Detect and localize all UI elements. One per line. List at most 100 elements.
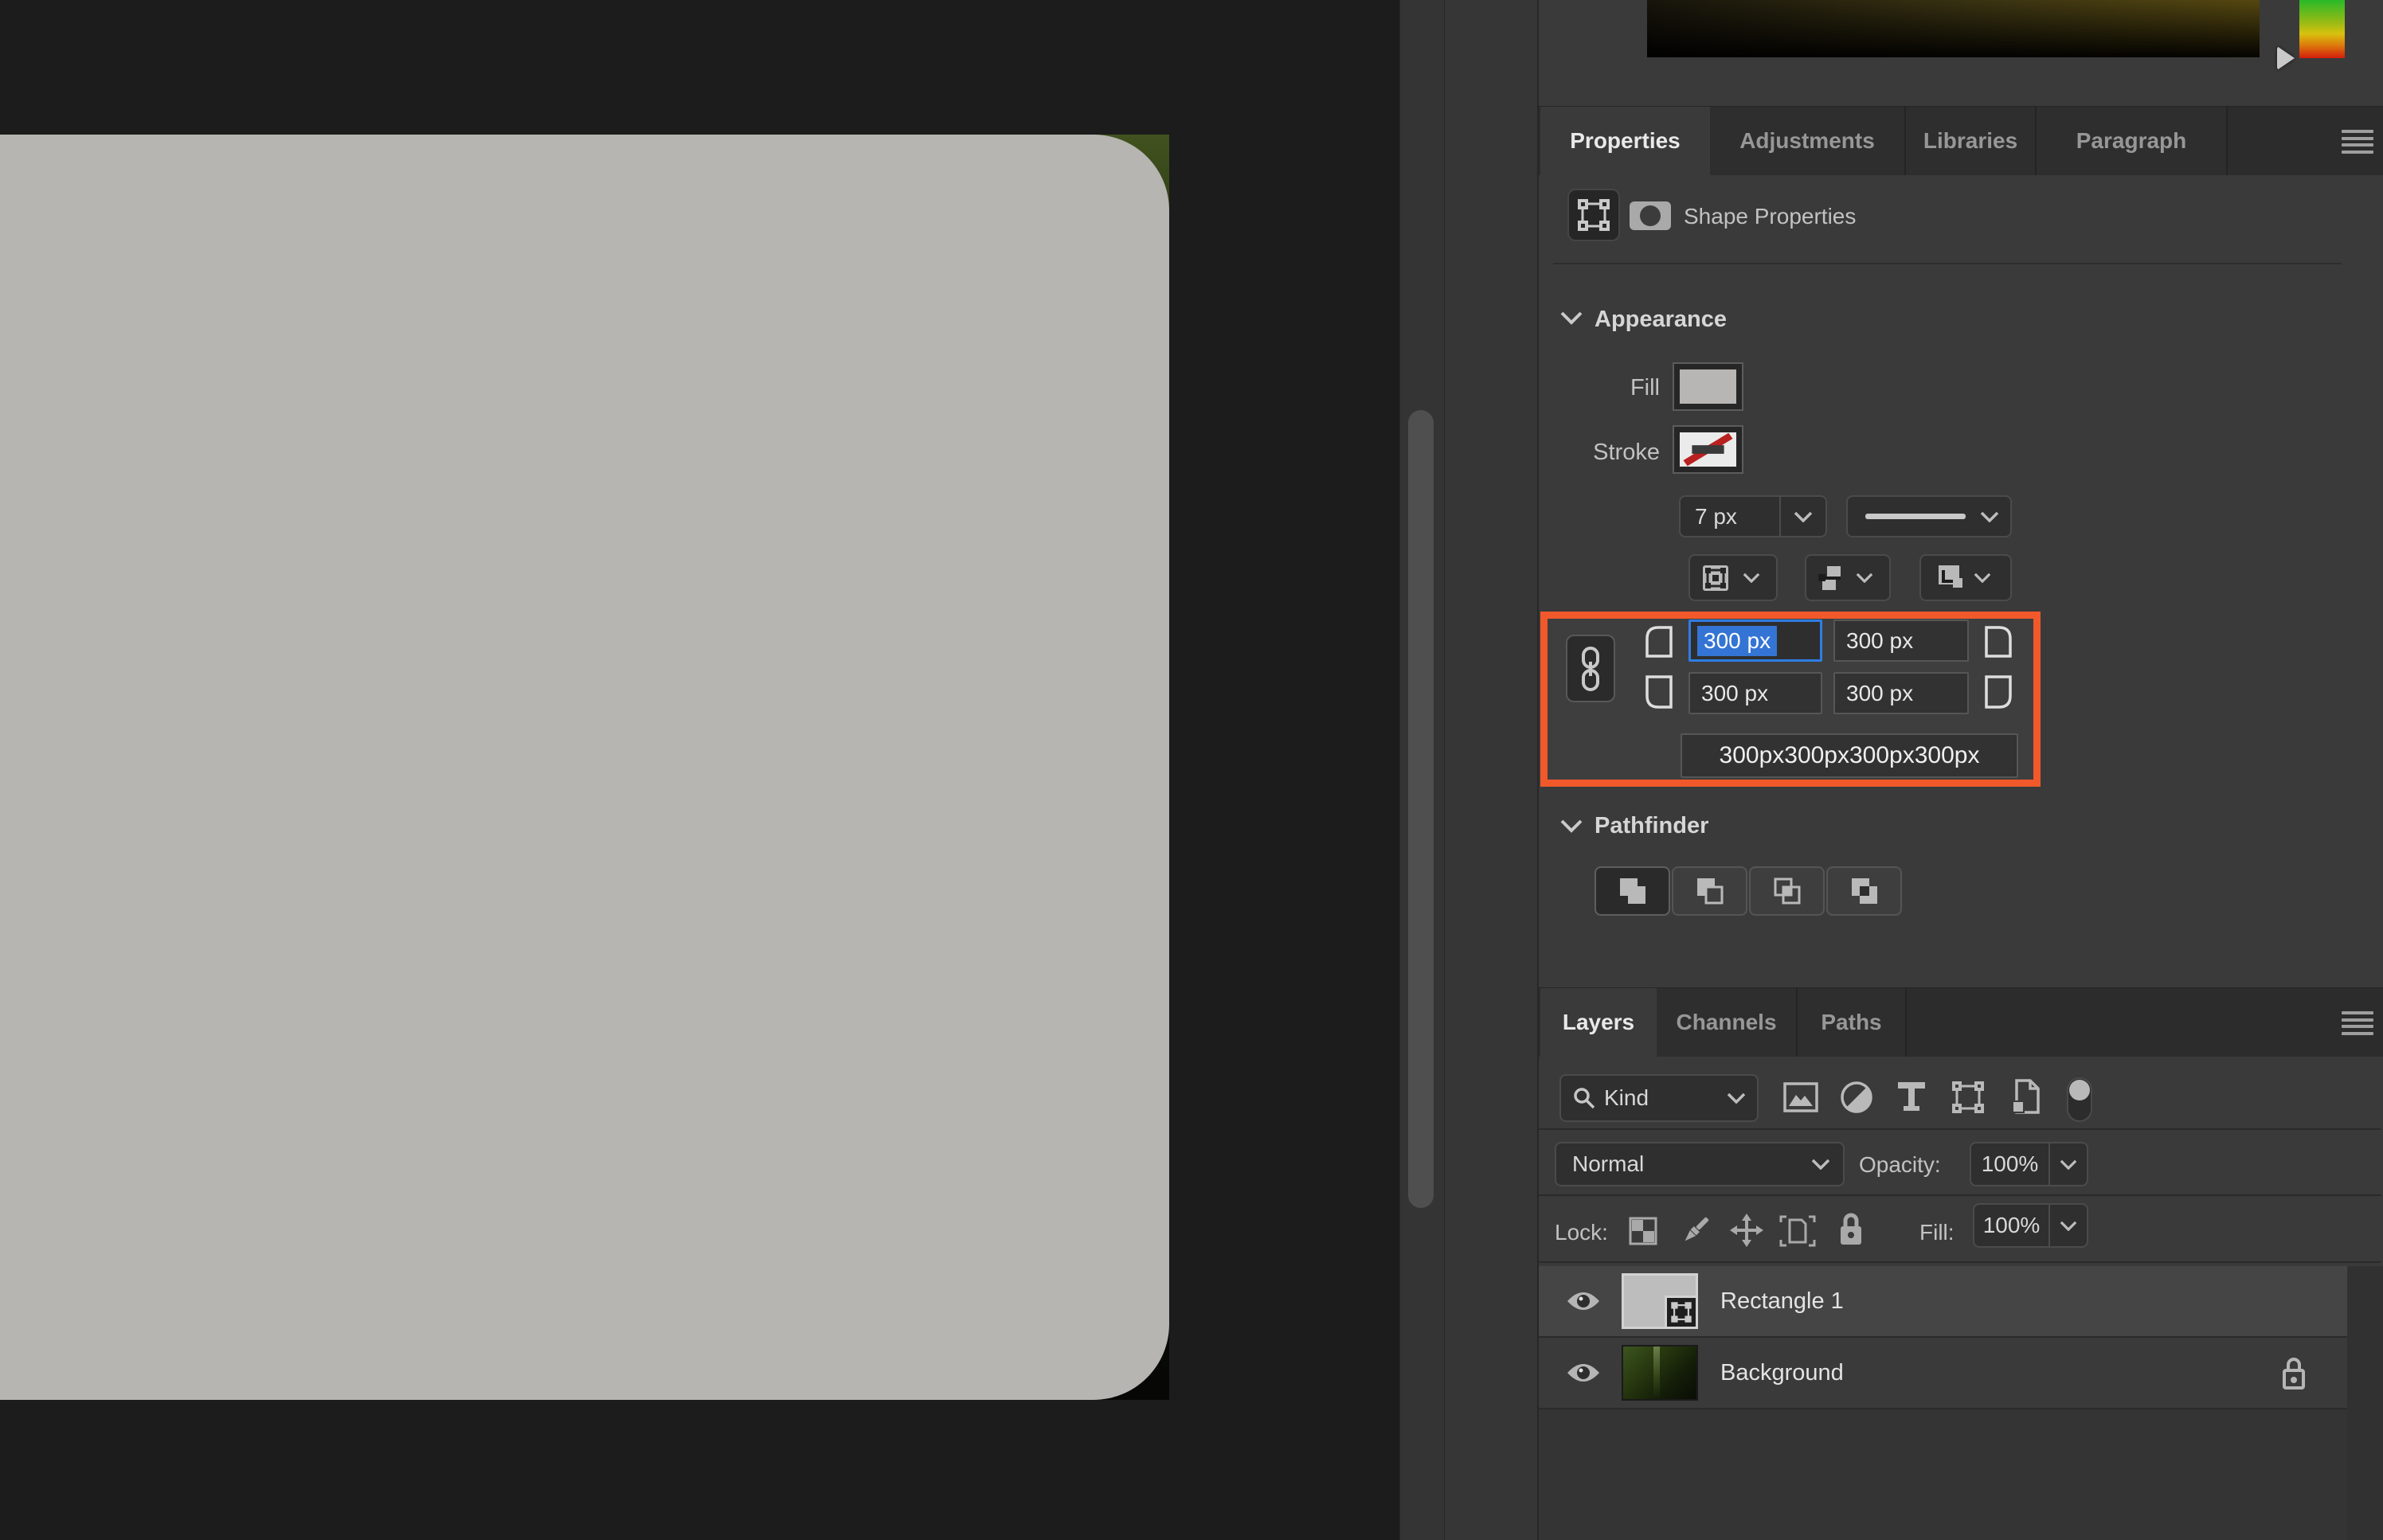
lock-transparency-icon[interactable] <box>1628 1216 1658 1246</box>
stroke-align-combo[interactable] <box>1688 554 1778 601</box>
layers-empty-area[interactable] <box>1539 1409 2347 1540</box>
transform-icon <box>1576 197 1611 233</box>
radius-top-right-input[interactable]: 300 px <box>1833 620 1969 662</box>
photo-highlight <box>1653 1347 1660 1399</box>
chevron-down-icon[interactable] <box>1559 819 1583 833</box>
transform-icon <box>1670 1301 1692 1323</box>
stroke-style-combo[interactable] <box>1846 495 2012 537</box>
layer-thumbnail[interactable] <box>1622 1345 1698 1401</box>
live-shape-button[interactable] <box>1567 189 1620 241</box>
tab-paragraph[interactable]: Paragraph <box>2037 107 2228 175</box>
panel-menu-icon[interactable] <box>2342 1011 2373 1035</box>
fill-opacity-label: Fill: <box>1919 1220 1955 1245</box>
pathfinder-unite-button[interactable] <box>1595 866 1670 916</box>
live-shape-badge <box>1665 1296 1698 1329</box>
stroke-swatch[interactable] <box>1673 425 1743 474</box>
chevron-down-icon <box>1727 1092 1746 1104</box>
hue-pointer-icon[interactable] <box>2277 46 2295 70</box>
radius-bottom-left-input[interactable]: 300 px <box>1688 672 1822 714</box>
chevron-down-icon <box>1743 573 1760 583</box>
tab-paths[interactable]: Paths <box>1798 988 1907 1057</box>
corner-top-left-icon <box>1641 623 1674 659</box>
rounded-rectangle-shape[interactable] <box>0 135 1169 1400</box>
radius-summary-field[interactable]: 300px300px300px300px <box>1681 733 2018 778</box>
lock-artboard-icon[interactable] <box>1779 1215 1816 1247</box>
tab-adjustments[interactable]: Adjustments <box>1710 107 1906 175</box>
pathfinder-intersect-button[interactable] <box>1749 866 1825 916</box>
tab-libraries[interactable]: Libraries <box>1906 107 2037 175</box>
filter-kind-combo[interactable]: Kind <box>1559 1074 1759 1122</box>
divider <box>1539 1261 2381 1263</box>
divider <box>1553 263 2342 264</box>
radius-bottom-right-input[interactable]: 300 px <box>1833 672 1969 714</box>
chevron-down-icon[interactable] <box>1559 311 1583 325</box>
stroke-width-value: 7 px <box>1681 504 1779 530</box>
fill-opacity-combo[interactable]: 100% <box>1973 1203 2088 1248</box>
unite-icon <box>1615 874 1650 909</box>
hue-slider[interactable] <box>2299 0 2345 58</box>
lock-paint-icon[interactable] <box>1679 1214 1712 1247</box>
selected-text: 300 px <box>1697 626 1777 656</box>
layer-row-rectangle-1[interactable]: Rectangle 1 <box>1539 1266 2347 1336</box>
fill-opacity-value: 100% <box>1974 1213 2048 1238</box>
eye-icon <box>1566 1289 1601 1313</box>
stroke-corner-combo[interactable] <box>1919 554 2012 601</box>
tab-channels[interactable]: Channels <box>1657 988 1798 1057</box>
corner-radius-group: 300 px 300 px 300 px 300 px 300px300px30… <box>1540 612 2041 787</box>
chevron-down-icon <box>2060 1221 2077 1231</box>
lock-label: Lock: <box>1555 1220 1608 1245</box>
layer-name[interactable]: Background <box>1720 1360 1844 1386</box>
stroke-label: Stroke <box>1571 440 1660 466</box>
filter-toggle-knob <box>2069 1080 2090 1100</box>
pathfinder-subtract-button[interactable] <box>1672 866 1747 916</box>
fill-color <box>1680 369 1736 404</box>
mask-icon <box>1640 205 1661 226</box>
mask-button[interactable] <box>1630 201 1671 230</box>
lock-move-icon[interactable] <box>1730 1214 1763 1247</box>
smartobject-filter-icon[interactable] <box>2010 1078 2042 1116</box>
appearance-section-title: Appearance <box>1595 307 1727 333</box>
blend-mode-value: Normal <box>1572 1151 1811 1177</box>
filter-kind-value: Kind <box>1604 1085 1727 1111</box>
tab-properties[interactable]: Properties <box>1540 107 1710 175</box>
right-panel: Properties Adjustments Libraries Paragra… <box>1537 0 2383 1540</box>
stroke-width-combo[interactable]: 7 px <box>1679 495 1827 537</box>
blend-mode-select[interactable]: Normal <box>1555 1142 1845 1186</box>
color-picker-field[interactable] <box>1647 0 2260 57</box>
adjustment-filter-icon[interactable] <box>1839 1080 1874 1115</box>
visibility-toggle[interactable] <box>1563 1289 1604 1313</box>
corner-bottom-left-icon <box>1641 674 1674 709</box>
stroke-cap-combo[interactable] <box>1805 554 1891 601</box>
canvas-scrollbar-thumb[interactable] <box>1408 410 1434 1208</box>
visibility-toggle[interactable] <box>1563 1361 1604 1385</box>
layer-row-background[interactable]: Background <box>1539 1338 2347 1408</box>
tab-layers[interactable]: Layers <box>1540 988 1657 1057</box>
opacity-combo[interactable]: 100% <box>1970 1142 2088 1186</box>
type-filter-icon[interactable] <box>1895 1080 1928 1115</box>
canvas-scrollbar-track[interactable] <box>1399 0 1445 1540</box>
corner-bottom-right-icon <box>1983 674 2017 709</box>
lock-all-icon[interactable] <box>1837 1211 1865 1248</box>
panel-dock-strip <box>1444 0 1538 1540</box>
layer-name[interactable]: Rectangle 1 <box>1720 1288 1844 1315</box>
panel-menu-icon[interactable] <box>2342 130 2373 154</box>
chevron-down-icon <box>1856 573 1873 583</box>
divider <box>1539 1128 2381 1130</box>
layers-scrollbar-gutter[interactable] <box>2347 1266 2383 1540</box>
pixel-filter-icon[interactable] <box>1782 1081 1819 1113</box>
link-radii-button[interactable] <box>1566 635 1615 702</box>
pathfinder-section-title: Pathfinder <box>1595 813 1708 839</box>
chevron-down-icon <box>1811 1159 1830 1170</box>
chevron-down-icon <box>1980 511 1999 522</box>
shape-filter-icon[interactable] <box>1950 1080 1986 1115</box>
solid-line-icon <box>1865 514 1966 519</box>
pathfinder-exclude-button[interactable] <box>1826 866 1902 916</box>
fill-swatch[interactable] <box>1673 362 1743 411</box>
stroke-corner-icon <box>1932 562 1964 594</box>
padlock-icon[interactable] <box>2279 1355 2308 1392</box>
divider <box>1539 1194 2381 1196</box>
canvas-area[interactable] <box>0 0 1399 1540</box>
layer-thumbnail[interactable] <box>1622 1273 1698 1329</box>
filter-toggle[interactable] <box>2067 1077 2092 1122</box>
radius-top-left-input[interactable]: 300 px <box>1688 620 1822 662</box>
